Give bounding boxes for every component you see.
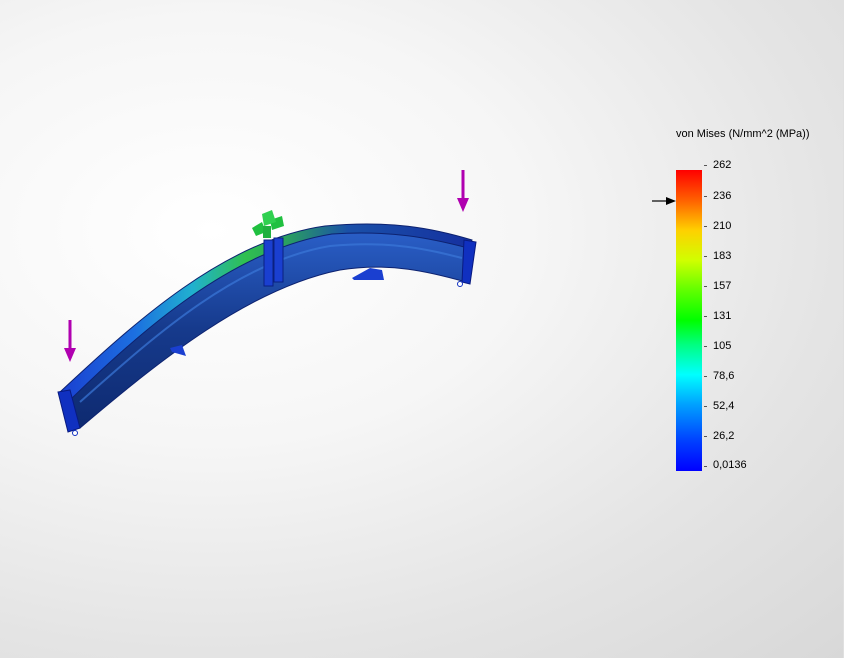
center-clamp-plate-2	[273, 237, 284, 283]
tick-mark	[704, 256, 707, 257]
fixture-icon[interactable]	[252, 210, 284, 238]
viewport-border	[843, 0, 847, 658]
legend-tick-label: 105	[713, 340, 732, 352]
tick-mark	[704, 226, 707, 227]
graphics-viewport[interactable]	[0, 0, 847, 658]
tick-mark	[704, 436, 707, 437]
tick-mark	[704, 165, 707, 166]
legend-title: von Mises (N/mm^2 (MPa))	[676, 128, 810, 140]
tick-mark	[704, 406, 707, 407]
legend-tick-label: 52,4	[713, 400, 735, 412]
right-end-pin	[457, 281, 463, 287]
tick-mark	[704, 196, 707, 197]
left-end-pin	[72, 430, 78, 436]
beam-right-end	[461, 239, 477, 285]
tick-mark	[704, 466, 707, 467]
tick-mark	[704, 376, 707, 377]
legend-tick-label: 131	[713, 310, 732, 322]
tick-mark	[704, 286, 707, 287]
legend-tick-label: 183	[713, 250, 732, 262]
model-view[interactable]	[0, 0, 847, 658]
legend-tick-label: 236	[713, 190, 732, 202]
support-bracket-right	[352, 268, 384, 280]
legend-tick-label: 26,2	[713, 430, 735, 442]
center-clamp-plate-1	[263, 239, 274, 287]
legend-tick-label: 262	[713, 159, 732, 171]
load-arrow-left[interactable]	[64, 320, 76, 362]
legend-tick-label: 0,0136	[713, 459, 747, 471]
legend-tick-label: 157	[713, 280, 732, 292]
tick-mark	[704, 316, 707, 317]
legend-tick-label: 210	[713, 220, 732, 232]
stress-colorbar[interactable]	[676, 170, 702, 471]
legend-tick-label: 78,6	[713, 370, 735, 382]
load-arrow-right[interactable]	[457, 170, 469, 212]
yield-pointer-icon	[652, 197, 676, 205]
tick-mark	[704, 346, 707, 347]
